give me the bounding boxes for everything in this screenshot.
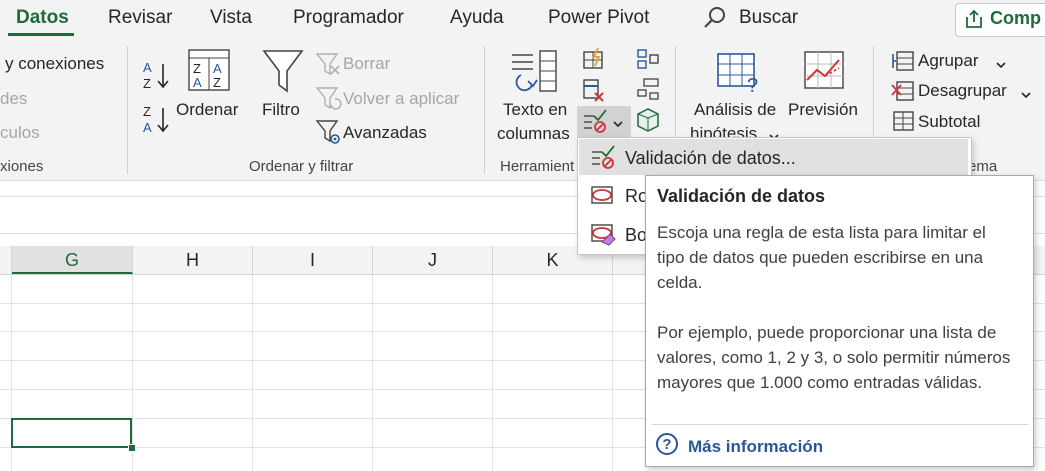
search-label[interactable]: Buscar [739,7,798,29]
circle-invalid-data-icon[interactable] [590,184,616,213]
svg-text:Z: Z [213,75,221,90]
group-icon[interactable] [891,50,915,77]
consolidate-icon[interactable] [636,48,660,77]
chevron-down-icon[interactable] [1021,87,1031,105]
group-label-sort-filter: Ordenar y filtrar [249,158,354,175]
fill-handle[interactable] [128,444,136,452]
search-icon[interactable] [703,6,727,35]
data-model-icon[interactable] [636,108,660,137]
data-validation-icon[interactable] [582,109,608,139]
clear-filter-label[interactable]: Borrar [343,54,390,74]
menu-item-clear-circles-label[interactable]: Bo [625,225,647,246]
group-label-queries: xiones [0,158,44,175]
more-info-link[interactable]: Más información [688,437,823,457]
queries-connections-button[interactable]: y conexiones [5,54,104,74]
text-to-columns-icon[interactable] [509,49,561,100]
share-icon [964,9,984,34]
text-to-columns-label-2[interactable]: columnas [497,124,570,144]
filter-button-label[interactable]: Filtro [262,100,300,120]
flash-fill-icon[interactable] [582,47,606,77]
reapply-filter-icon[interactable] [315,87,342,116]
sort-dialog-icon[interactable]: ZAAZ [188,49,232,98]
data-validation-icon [590,145,616,175]
column-header-partial[interactable] [0,246,12,274]
properties-button[interactable]: des [0,89,27,109]
clear-validation-circles-icon[interactable] [590,222,616,251]
share-label[interactable]: Comp [990,8,1041,29]
chevron-down-icon[interactable] [996,57,1006,75]
column-header-j[interactable]: J [373,246,493,274]
tab-revisar[interactable]: Revisar [108,7,172,29]
svg-text:A: A [143,60,152,75]
column-header-g[interactable]: G [12,246,133,274]
sort-descending-icon[interactable]: ZA [143,104,173,139]
tab-datos[interactable]: Datos [16,7,69,29]
remove-duplicates-icon[interactable] [582,78,606,109]
clear-filter-icon[interactable] [315,53,342,82]
tab-ayuda[interactable]: Ayuda [450,7,504,29]
column-header-i[interactable]: I [253,246,373,274]
edit-links-button[interactable]: culos [0,123,40,143]
tooltip-divider [652,424,1028,425]
group-separator [127,46,128,174]
svg-text:A: A [143,120,152,135]
svg-text:Z: Z [143,76,151,91]
reapply-filter-label[interactable]: Volver a aplicar [343,89,459,109]
tab-power-pivot[interactable]: Power Pivot [548,7,649,29]
what-if-analysis-icon[interactable]: ? [716,50,764,99]
subtotal-label[interactable]: Subtotal [918,112,980,132]
advanced-filter-label[interactable]: Avanzadas [343,123,427,143]
ungroup-icon[interactable] [891,80,915,107]
group-separator [484,46,485,174]
tab-programador[interactable]: Programador [293,7,404,29]
sort-ascending-icon[interactable]: AZ [143,60,173,95]
advanced-filter-icon[interactable] [315,120,342,151]
active-tab-indicator [8,33,74,36]
svg-text:A: A [213,61,222,76]
tooltip-body: Escoja una regla de esta lista para limi… [657,223,1011,392]
forecast-sheet-icon[interactable] [803,50,847,97]
filter-funnel-icon[interactable] [262,49,304,100]
column-header-h[interactable]: H [133,246,253,274]
svg-text:Z: Z [143,104,151,119]
what-if-analysis-label-1[interactable]: Análisis de [694,100,776,120]
group-label-data-tools: Herramient [500,158,575,175]
ungroup-label[interactable]: Desagrupar [918,81,1007,101]
group-label-outline: ema [968,158,998,175]
chevron-down-icon[interactable] [613,116,623,134]
text-to-columns-label-1[interactable]: Texto en [503,100,567,120]
tab-vista[interactable]: Vista [210,7,252,29]
relationships-icon[interactable] [636,78,660,107]
forecast-sheet-label[interactable]: Previsión [788,100,858,120]
help-question-icon[interactable]: ? [656,433,678,455]
selected-cell[interactable] [11,418,132,448]
tooltip-title: Validación de datos [657,186,826,206]
group-label[interactable]: Agrupar [918,51,978,71]
subtotal-icon[interactable] [891,110,915,137]
svg-text:?: ? [747,75,758,97]
svg-text:A: A [193,75,202,90]
menu-item-data-validation-label[interactable]: Validación de datos... [625,148,796,169]
sort-button-label[interactable]: Ordenar [176,100,238,120]
svg-text:Z: Z [193,61,201,76]
